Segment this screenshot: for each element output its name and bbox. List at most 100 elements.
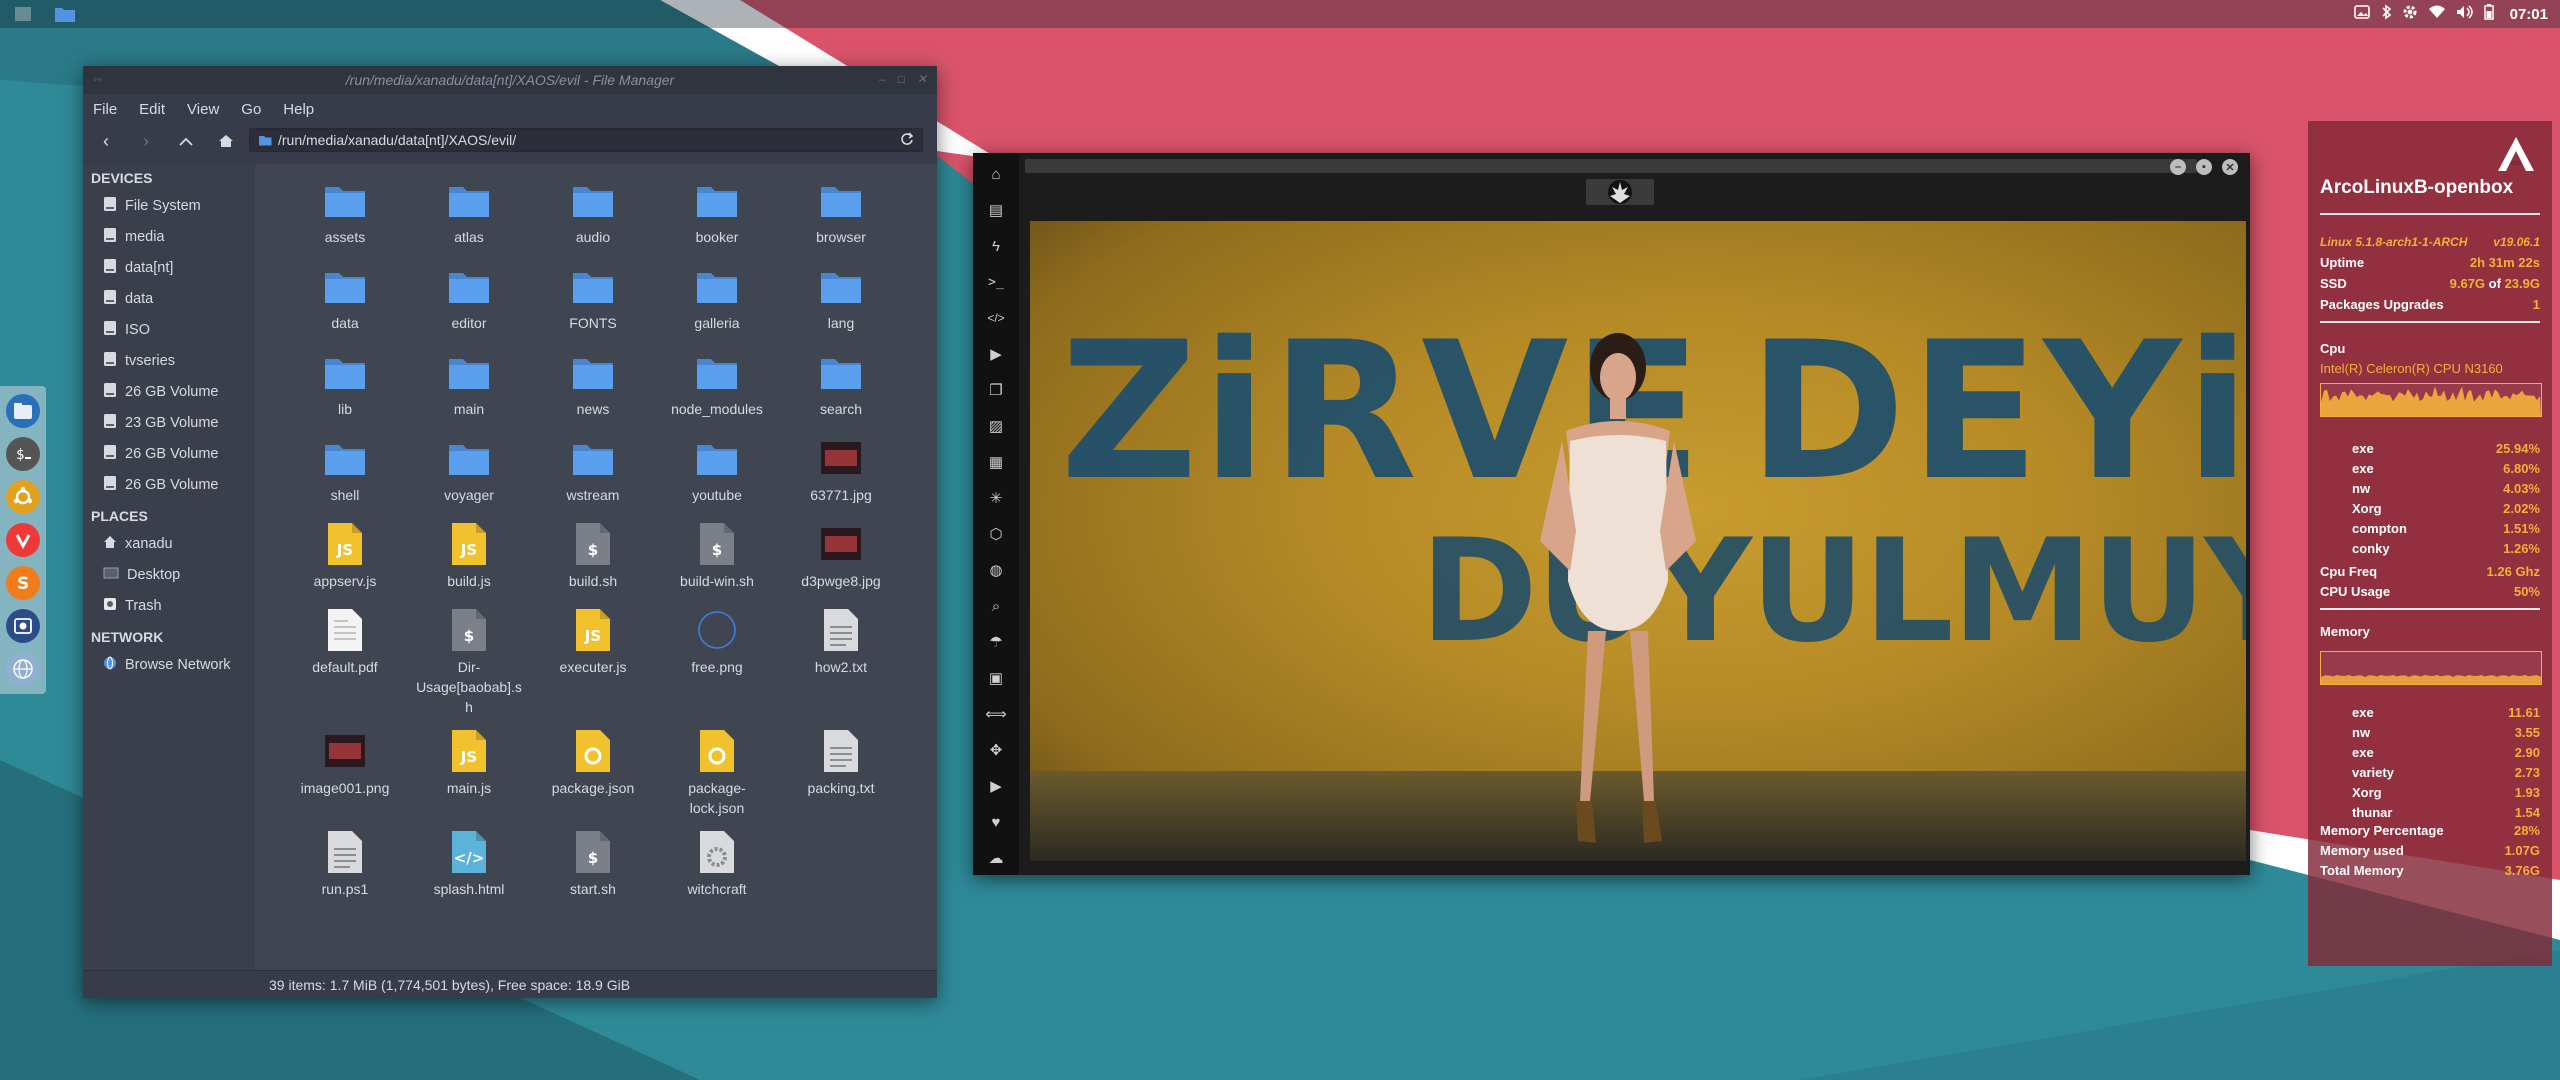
file-item[interactable]: JS build.js (407, 516, 531, 596)
sidebar-item-place-2[interactable]: Trash (83, 590, 255, 621)
file-item[interactable]: assets (283, 172, 407, 252)
file-item[interactable]: wstream (531, 430, 655, 510)
vivaldi-dock-icon[interactable] (6, 523, 40, 557)
youtube-icon[interactable]: ▶ (986, 775, 1006, 797)
file-item[interactable]: package.json (531, 723, 655, 818)
image-icon[interactable]: ▨ (986, 415, 1006, 437)
file-item[interactable]: package-lock.json (655, 723, 779, 818)
bluetooth-icon[interactable] (2380, 4, 2392, 24)
file-item[interactable]: audio (531, 172, 655, 252)
file-item[interactable]: witchcraft (655, 824, 779, 904)
code-icon[interactable]: </> (986, 307, 1006, 329)
file-item[interactable]: default.pdf (283, 602, 407, 717)
menu-help[interactable]: Help (283, 101, 314, 118)
sidebar-item-device-1[interactable]: media (83, 221, 255, 252)
file-item[interactable]: data (283, 258, 407, 338)
file-item[interactable]: $ start.sh (531, 824, 655, 904)
maximize-icon[interactable]: ▪ (2196, 159, 2212, 175)
close-icon[interactable]: ✕ (917, 72, 927, 86)
newspaper-icon[interactable]: ▦ (986, 451, 1006, 473)
file-item[interactable]: shell (283, 430, 407, 510)
sidebar-item-device-5[interactable]: tvseries (83, 345, 255, 376)
copy-icon[interactable]: ❐ (986, 379, 1006, 401)
file-item[interactable]: youtube (655, 430, 779, 510)
folder-icon[interactable] (52, 2, 78, 26)
home-icon[interactable]: ⌂ (986, 163, 1006, 185)
search-icon[interactable]: ⌕ (986, 595, 1006, 617)
file-item[interactable]: $ build-win.sh (655, 516, 779, 596)
clock[interactable]: 07:01 (2510, 6, 2548, 23)
terminal-dock-icon[interactable]: $ (6, 437, 40, 471)
file-item[interactable]: browser (779, 172, 903, 252)
sidebar-item-device-9[interactable]: 26 GB Volume (83, 469, 255, 500)
terminal-icon[interactable]: >_ (986, 271, 1006, 293)
sublime-dock-icon[interactable]: S (6, 566, 40, 600)
hexagon-icon[interactable]: ⬡ (986, 523, 1006, 545)
sidebar-item-device-0[interactable]: File System (83, 190, 255, 221)
sidebar-item-device-7[interactable]: 23 GB Volume (83, 407, 255, 438)
file-item[interactable]: voyager (407, 430, 531, 510)
file-item[interactable]: search (779, 344, 903, 424)
globe-dock-icon[interactable] (6, 652, 40, 686)
file-item[interactable]: image001.png (283, 723, 407, 818)
heart-icon[interactable]: ♥ (986, 811, 1006, 833)
file-item[interactable]: $ build.sh (531, 516, 655, 596)
menu-file[interactable]: File (93, 101, 117, 118)
document-icon[interactable]: ▤ (986, 199, 1006, 221)
globe-icon[interactable]: ◍ (986, 559, 1006, 581)
asterisk-icon[interactable]: ✳ (986, 487, 1006, 509)
file-item[interactable]: packing.txt (779, 723, 903, 818)
file-item[interactable]: run.ps1 (283, 824, 407, 904)
window-menu-icon[interactable]: ◦◦ (93, 72, 102, 86)
home-icon[interactable] (215, 130, 237, 152)
screenshot-dock-icon[interactable] (6, 609, 40, 643)
forward-icon[interactable]: › (135, 130, 157, 152)
file-item[interactable]: JS executer.js (531, 602, 655, 717)
file-item[interactable]: </> splash.html (407, 824, 531, 904)
file-manager-dock-icon[interactable] (6, 394, 40, 428)
sidebar-item-device-6[interactable]: 26 GB Volume (83, 376, 255, 407)
wifi-icon[interactable] (2428, 5, 2446, 23)
sidebar-item-place-1[interactable]: Desktop (83, 559, 255, 590)
minimize-icon[interactable]: – (2170, 159, 2186, 175)
file-item[interactable]: FONTS (531, 258, 655, 338)
link-icon[interactable]: ⟺ (985, 703, 1007, 725)
file-item[interactable]: $ Dir-Usage[baobab].sh (407, 602, 531, 717)
parent-folder-icon[interactable] (175, 130, 197, 152)
sidebar-item-network-0[interactable]: Browse Network (83, 649, 255, 680)
file-item[interactable]: 63771.jpg (779, 430, 903, 510)
menu-go[interactable]: Go (241, 101, 261, 118)
file-item[interactable]: free.png (655, 602, 779, 717)
cloud-icon[interactable]: ☁ (986, 847, 1006, 869)
file-item[interactable]: how2.txt (779, 602, 903, 717)
file-item[interactable]: booker (655, 172, 779, 252)
window-titlebar[interactable]: ◦◦ /run/media/xanadu/data[nt]/XAOS/evil … (83, 66, 937, 94)
sidebar-item-place-0[interactable]: xanadu (83, 528, 255, 559)
play-icon[interactable]: ▶ (986, 343, 1006, 365)
file-item[interactable]: node_modules (655, 344, 779, 424)
back-icon[interactable]: ‹ (95, 130, 117, 152)
menu-edit[interactable]: Edit (139, 101, 165, 118)
sidebar-item-device-8[interactable]: 26 GB Volume (83, 438, 255, 469)
sidebar-item-device-3[interactable]: data (83, 283, 255, 314)
close-icon[interactable]: ✕ (2222, 159, 2238, 175)
umbrella-icon[interactable]: ☂ (986, 631, 1006, 653)
file-item[interactable]: lang (779, 258, 903, 338)
lightning-icon[interactable]: ϟ (986, 235, 1006, 257)
file-item[interactable]: JS appserv.js (283, 516, 407, 596)
file-item[interactable]: atlas (407, 172, 531, 252)
file-item[interactable]: editor (407, 258, 531, 338)
reload-icon[interactable] (900, 132, 914, 149)
battery-icon[interactable] (2483, 4, 2494, 24)
sidebar-item-device-4[interactable]: ISO (83, 314, 255, 345)
minimize-icon[interactable]: – (879, 72, 886, 86)
viewer-tab[interactable] (1586, 179, 1654, 205)
file-item[interactable]: lib (283, 344, 407, 424)
viewer-address-bar[interactable] (1025, 159, 2197, 173)
file-item[interactable]: JS main.js (407, 723, 531, 818)
workspace-1-button[interactable] (10, 2, 36, 26)
image-icon[interactable] (2353, 5, 2370, 23)
file-item[interactable]: galleria (655, 258, 779, 338)
expand-icon[interactable]: ✥ (986, 739, 1006, 761)
sidebar-item-device-2[interactable]: data[nt] (83, 252, 255, 283)
